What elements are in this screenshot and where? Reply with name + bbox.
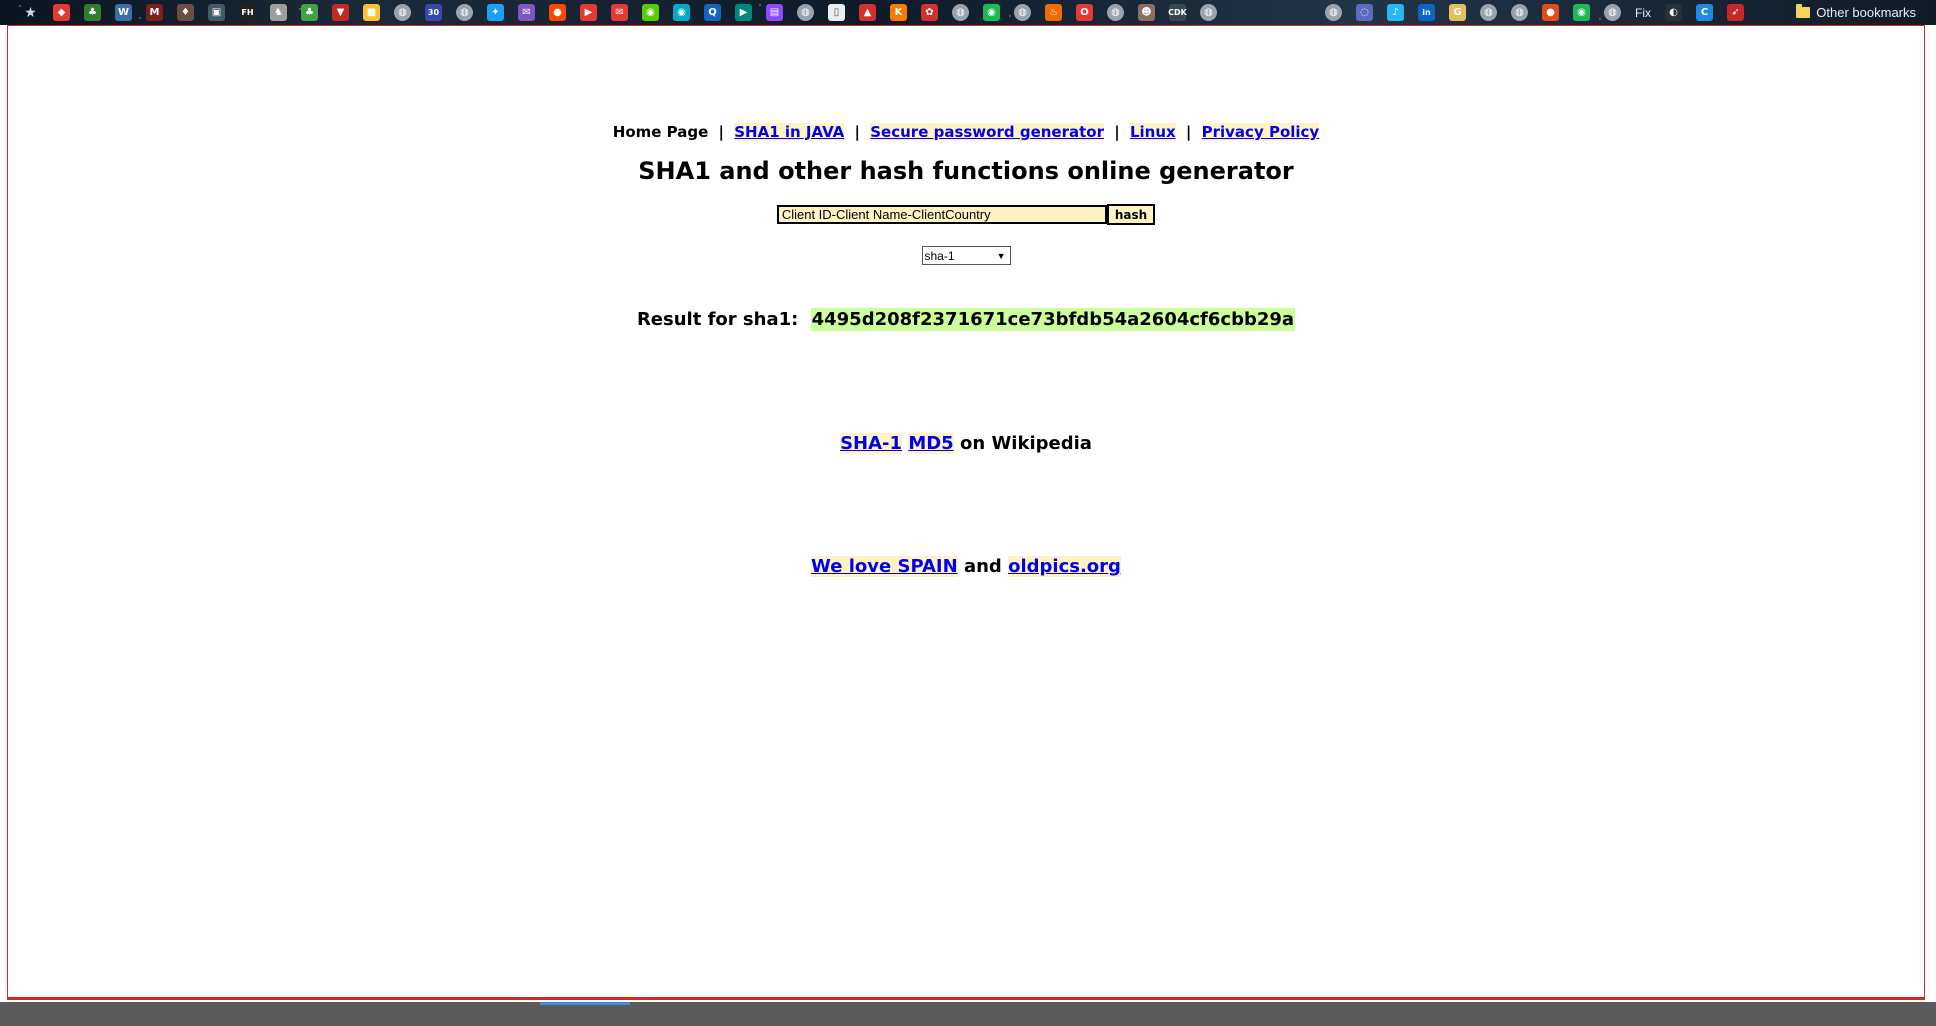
nav-separator: | bbox=[1114, 123, 1120, 141]
youtube-icon[interactable]: ▶ bbox=[580, 4, 597, 21]
opera-icon[interactable]: O bbox=[1076, 4, 1093, 21]
twitter-icon[interactable]: ✦ bbox=[487, 4, 504, 21]
taskbar-active-indicator bbox=[540, 1002, 630, 1005]
quora-icon[interactable]: Q bbox=[704, 4, 721, 21]
hash-text-input[interactable] bbox=[776, 205, 1107, 224]
spotify-icon[interactable]: ◉ bbox=[1573, 4, 1590, 21]
horse-icon[interactable]: ♞ bbox=[270, 4, 287, 21]
link-oldpics[interactable]: oldpics.org bbox=[1008, 556, 1121, 577]
notes-icon[interactable]: ■ bbox=[363, 4, 380, 21]
nav-link-privacy-policy[interactable]: Privacy Policy bbox=[1201, 123, 1320, 141]
avatar-icon[interactable]: ☻ bbox=[1138, 4, 1155, 21]
wordpress-icon[interactable]: W bbox=[115, 4, 132, 21]
k-icon[interactable]: K bbox=[890, 4, 907, 21]
wiki-link-md5[interactable]: MD5 bbox=[908, 433, 954, 454]
globe-icon[interactable]: ◍ bbox=[1480, 4, 1497, 21]
page-icon[interactable]: ▯ bbox=[828, 4, 845, 21]
hash-form: hash bbox=[8, 204, 1924, 225]
globe-icon[interactable]: ◍ bbox=[456, 4, 473, 21]
messenger-icon[interactable]: ✉ bbox=[518, 4, 535, 21]
algorithm-select-row: sha-1 ▼ bbox=[8, 246, 1924, 265]
globe-icon[interactable]: ◍ bbox=[394, 4, 411, 21]
top-navigation: Home Page | SHA1 in JAVA | Secure passwo… bbox=[8, 123, 1924, 141]
app-icon[interactable]: ◉ bbox=[673, 4, 690, 21]
page-title: SHA1 and other hash functions online gen… bbox=[638, 157, 1294, 185]
mail-icon[interactable]: ✉ bbox=[611, 4, 628, 21]
globe-icon[interactable]: ◍ bbox=[1325, 4, 1342, 21]
music-icon[interactable]: ♪ bbox=[1387, 4, 1404, 21]
apple-icon[interactable]: ● bbox=[1542, 4, 1559, 21]
loop-icon[interactable]: ◌ bbox=[1356, 4, 1373, 21]
bookmarks-bar: ★ ◆ ♣ W M ♦ ▣ FH ♞ ♣ ▼ ■ ◍ 30 ◍ ✦ ✉ ● ▶ ✉ ◉ ◉ Q ▶ ▤ ◍ ▯ ▲ K ✿ ◍ ◉ ◍ ♨ O ◍ ☻ C… bbox=[0, 0, 1936, 25]
globe-icon[interactable]: ◍ bbox=[1511, 4, 1528, 21]
bookmark-star-icon[interactable]: ★ bbox=[22, 4, 39, 21]
nav-separator: | bbox=[718, 123, 725, 141]
folder-icon bbox=[1796, 4, 1811, 18]
wiki-link-sha1[interactable]: SHA-1 bbox=[840, 433, 903, 454]
globe-icon[interactable]: ◍ bbox=[952, 4, 969, 21]
bookmark-fix[interactable]: Fix bbox=[1635, 6, 1651, 20]
hash-result: Result for sha1: 4495d208f2371671ce73bfd… bbox=[8, 308, 1924, 331]
bookmarks-left: ★ ◆ ♣ W M ♦ ▣ FH ♞ ♣ ▼ ■ ◍ 30 ◍ ✦ ✉ ● ▶ ✉ ◉ ◉ Q ▶ ▤ ◍ ▯ ▲ K ✿ ◍ ◉ ◍ ♨ O ◍ ☻ C… bbox=[0, 0, 1744, 25]
linkedin-icon[interactable]: in bbox=[1418, 4, 1435, 21]
wikipedia-links: SHA-1 MD5 on Wikipedia bbox=[8, 433, 1924, 454]
other-bookmarks-button[interactable]: Other bookmarks bbox=[1796, 0, 1916, 25]
other-bookmarks-label: Other bookmarks bbox=[1816, 5, 1916, 20]
algorithm-select[interactable]: sha-1 ▼ bbox=[921, 246, 1011, 265]
pill-icon[interactable]: ◆ bbox=[53, 4, 70, 21]
link-we-love-spain[interactable]: We love SPAIN bbox=[811, 556, 958, 577]
globe-icon[interactable]: ◍ bbox=[1200, 4, 1217, 21]
cdk-icon[interactable]: CDK bbox=[1168, 4, 1187, 21]
globe-icon[interactable]: ◍ bbox=[1107, 4, 1124, 21]
fire-icon[interactable]: ♦ bbox=[177, 4, 194, 21]
duolingo-icon[interactable]: ◉ bbox=[642, 4, 659, 21]
g-icon[interactable]: G bbox=[1449, 4, 1466, 21]
arrow-icon[interactable]: ➶ bbox=[1727, 4, 1744, 21]
chevron-down-icon: ▼ bbox=[996, 250, 1006, 261]
triangle-icon[interactable]: ▲ bbox=[859, 4, 876, 21]
flame-icon[interactable]: ♨ bbox=[1045, 4, 1062, 21]
wiki-suffix: on Wikipedia bbox=[960, 433, 1092, 454]
mx-icon[interactable]: M bbox=[146, 4, 163, 21]
algorithm-selected-value: sha-1 bbox=[924, 248, 955, 263]
dark-icon[interactable]: ◐ bbox=[1665, 4, 1682, 21]
page-viewport: Home Page | SHA1 in JAVA | Secure passwo… bbox=[7, 25, 1925, 1000]
book-icon[interactable]: ▣ bbox=[208, 4, 225, 21]
calendar-icon[interactable]: 30 bbox=[425, 4, 442, 21]
clover-icon[interactable]: ♣ bbox=[84, 4, 101, 21]
partner-links: We love SPAIN and oldpics.org bbox=[8, 556, 1924, 577]
hash-button[interactable]: hash bbox=[1106, 204, 1156, 225]
fh-icon[interactable]: FH bbox=[239, 4, 256, 21]
result-label: Result for sha1: bbox=[636, 309, 799, 330]
huawei-icon[interactable]: ✿ bbox=[921, 4, 938, 21]
nav-link-sha1-java[interactable]: SHA1 in JAVA bbox=[734, 123, 845, 141]
partner-links-and: and bbox=[963, 556, 1002, 577]
result-hash-value[interactable]: 4495d208f2371671ce73bfdb54a2604cf6cbb29a bbox=[810, 308, 1296, 331]
globe-icon[interactable]: ◍ bbox=[797, 4, 814, 21]
taskbar-strip bbox=[0, 1002, 1936, 1026]
spotify-icon[interactable]: ◉ bbox=[983, 4, 1000, 21]
globe-icon[interactable]: ◍ bbox=[1604, 4, 1621, 21]
twitch-icon[interactable]: ▤ bbox=[766, 4, 783, 21]
nav-separator: | bbox=[1185, 123, 1192, 141]
shield-icon[interactable]: ▼ bbox=[332, 4, 349, 21]
reddit-icon[interactable]: ● bbox=[549, 4, 566, 21]
nav-link-password-generator[interactable]: Secure password generator bbox=[870, 123, 1104, 141]
nav-separator: | bbox=[854, 123, 861, 141]
nav-link-linux[interactable]: Linux bbox=[1129, 123, 1176, 141]
c-icon[interactable]: C bbox=[1696, 4, 1713, 21]
leaf-icon[interactable]: ♣ bbox=[301, 4, 318, 21]
play-icon[interactable]: ▶ bbox=[735, 4, 752, 21]
globe-icon[interactable]: ◍ bbox=[1014, 4, 1031, 21]
nav-home-page: Home Page bbox=[612, 123, 709, 141]
